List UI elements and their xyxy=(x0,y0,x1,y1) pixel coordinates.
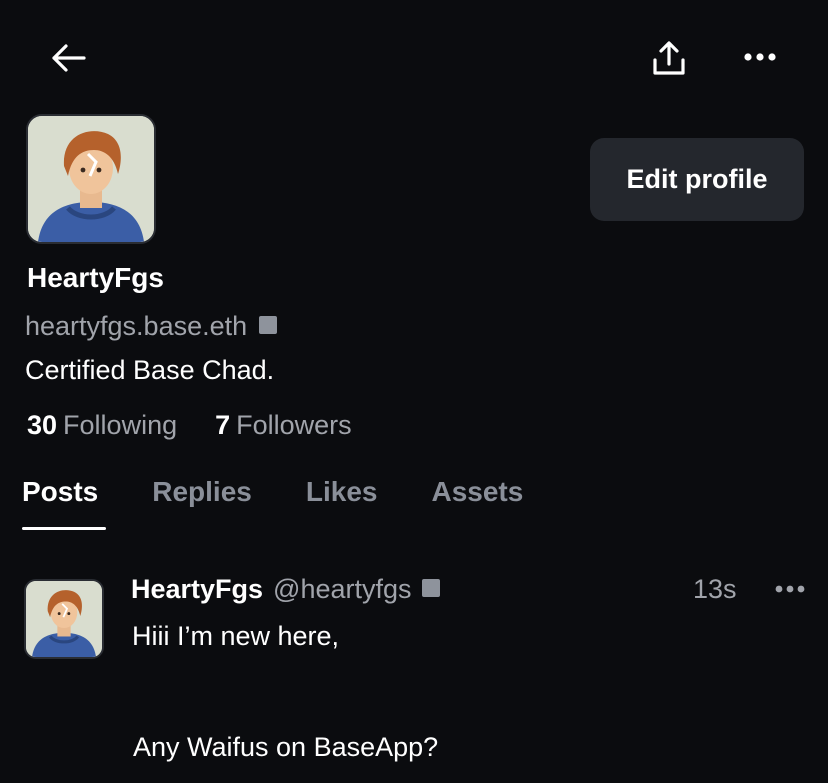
avatar-image xyxy=(26,581,102,657)
back-button[interactable] xyxy=(46,36,90,80)
active-tab-indicator xyxy=(22,527,106,530)
verified-badge-icon xyxy=(259,315,278,334)
profile-tabs: Posts Replies Likes Assets xyxy=(22,476,577,508)
more-horizontal-icon xyxy=(744,53,776,61)
post-text-line1: Hiii I’m new here, xyxy=(132,621,340,651)
post-author-avatar[interactable] xyxy=(24,579,104,659)
profile-bio: Certified Base Chad. xyxy=(25,355,275,385)
profile-handle: heartyfgs.base.eth xyxy=(25,311,248,341)
followers-stat[interactable]: 7 Followers xyxy=(215,410,352,441)
following-label: Following xyxy=(63,410,178,440)
following-stat[interactable]: 30 Following xyxy=(27,410,177,441)
following-count: 30 xyxy=(27,410,58,440)
more-options-button[interactable] xyxy=(738,40,782,74)
share-upload-icon xyxy=(653,41,685,75)
followers-count: 7 xyxy=(215,410,231,440)
post-author-name[interactable]: HeartyFgs xyxy=(131,574,263,605)
post-timestamp: 13s xyxy=(693,574,737,604)
post-header: HeartyFgs @heartyfgs xyxy=(131,574,440,605)
avatar-image xyxy=(28,116,154,242)
profile-display-name: HeartyFgs xyxy=(27,262,164,293)
arrow-left-icon xyxy=(52,44,86,72)
tab-likes[interactable]: Likes xyxy=(306,476,378,508)
tab-replies[interactable]: Replies xyxy=(152,476,252,508)
tab-posts[interactable]: Posts xyxy=(22,476,98,508)
profile-handle-row: heartyfgs.base.eth xyxy=(25,311,278,342)
post-author-handle[interactable]: @heartyfgs xyxy=(273,574,411,605)
share-button[interactable] xyxy=(646,36,692,80)
profile-stats: 30 Following 7 Followers xyxy=(27,410,352,441)
edit-profile-button[interactable]: Edit profile xyxy=(590,138,804,221)
more-horizontal-icon xyxy=(775,585,805,593)
post-more-button[interactable] xyxy=(770,574,810,604)
followers-label: Followers xyxy=(236,410,352,440)
profile-avatar[interactable] xyxy=(26,114,156,244)
verified-badge-icon xyxy=(421,578,440,597)
post-text-line2: Any Waifus on BaseApp? xyxy=(133,732,439,762)
tab-assets[interactable]: Assets xyxy=(431,476,523,508)
